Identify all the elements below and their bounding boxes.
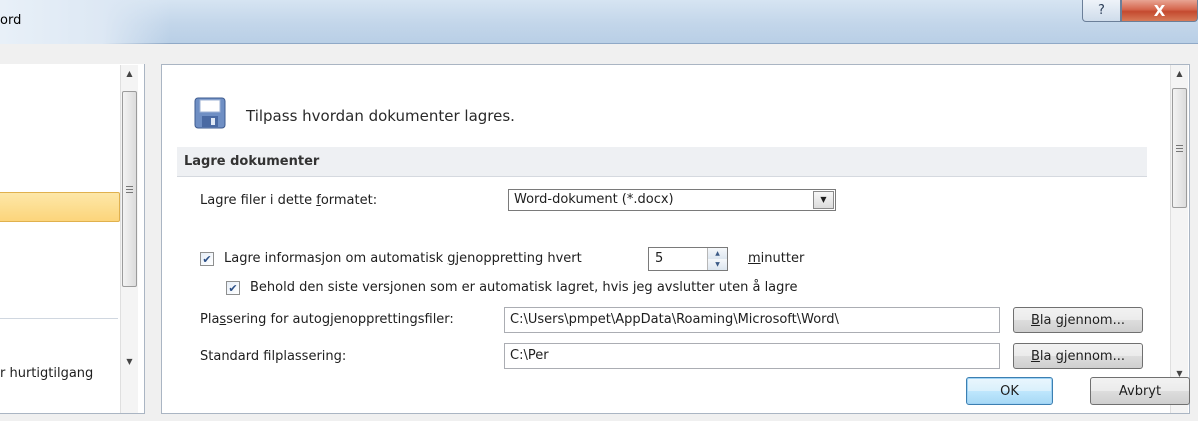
ok-button[interactable]: OK: [966, 377, 1053, 405]
nav-divider: [0, 318, 118, 319]
default-location-input[interactable]: C:\Per: [504, 343, 1000, 369]
close-button[interactable]: X: [1121, 0, 1198, 22]
save-disk-icon: [194, 97, 226, 129]
format-label: Lagre filer i dette formatet:: [200, 193, 378, 208]
nav-item-selected[interactable]: [0, 192, 120, 222]
scroll-up-arrow-icon[interactable]: ▲: [121, 65, 138, 82]
scroll-down-arrow-icon[interactable]: ▼: [121, 353, 138, 370]
nav-scroll-thumb[interactable]: [122, 91, 137, 287]
close-icon: X: [1153, 1, 1166, 20]
browse-default-location-button[interactable]: Bla gjennom...: [1013, 343, 1143, 369]
intro-text: Tilpass hvordan dokumenter lagres.: [246, 107, 515, 125]
grip-icon: [126, 185, 133, 193]
grip-icon: [1176, 144, 1183, 152]
dropdown-arrow-icon[interactable]: ▼: [813, 191, 834, 209]
browse-autorecover-button[interactable]: Bla gjennom...: [1013, 307, 1143, 333]
window-title: ord: [0, 13, 22, 28]
title-bar-glow: [0, 0, 170, 44]
dialog-client-area: r hurtigtilgang ▲ ▼ Tilpass hvordan doku…: [0, 44, 1198, 421]
section-header-save-documents: Lagre dokumenter: [177, 147, 1147, 177]
default-location-label: Standard filplassering:: [200, 349, 347, 364]
spinner-buttons: ▲ ▼: [707, 248, 727, 270]
keep-last-version-checkbox[interactable]: ✔: [226, 281, 240, 295]
keep-last-version-label: Behold den siste versjonen som er automa…: [250, 280, 798, 295]
minutes-value: 5: [655, 251, 664, 266]
title-bar: ord ? X: [0, 0, 1198, 44]
autorecover-checkbox[interactable]: ✔: [200, 252, 214, 266]
scroll-up-arrow-icon[interactable]: ▲: [1171, 65, 1188, 82]
options-content-pane: Tilpass hvordan dokumenter lagres. Lagre…: [161, 64, 1190, 414]
cancel-button[interactable]: Avbryt: [1090, 377, 1190, 405]
spin-down-icon[interactable]: ▼: [708, 259, 727, 270]
autorecover-minutes-spinner[interactable]: 5 ▲ ▼: [648, 247, 728, 271]
file-format-dropdown[interactable]: Word-dokument (*.docx) ▼: [508, 189, 836, 211]
nav-scrollbar[interactable]: ▲ ▼: [120, 65, 138, 413]
content-scrollbar[interactable]: ▲ ▼: [1170, 65, 1188, 413]
file-format-value: Word-dokument (*.docx): [514, 192, 674, 207]
content-scroll-thumb[interactable]: [1172, 88, 1187, 208]
nav-item-quick-access[interactable]: r hurtigtilgang: [0, 366, 93, 381]
minutes-unit-label: minutter: [748, 251, 805, 266]
autorecover-label: Lagre informasjon om automatisk gjenoppr…: [224, 251, 582, 266]
help-icon: ?: [1098, 3, 1105, 18]
autorecover-location-input[interactable]: C:\Users\pmpet\AppData\Roaming\Microsoft…: [504, 307, 1000, 333]
autorecover-location-label: Plassering for autogjenopprettingsfiler:: [200, 312, 454, 327]
help-button[interactable]: ?: [1082, 0, 1121, 22]
